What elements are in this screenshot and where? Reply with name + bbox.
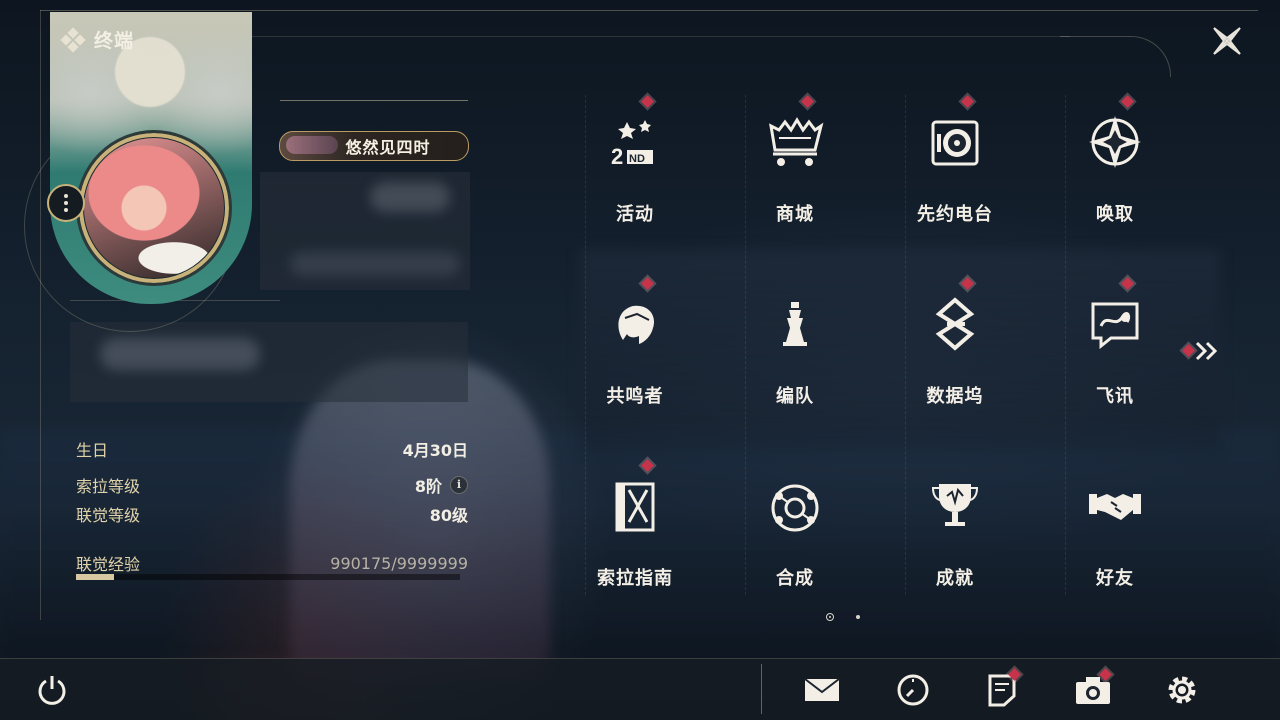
menu-item-label: 共鸣者 [606, 386, 664, 407]
menu-item-achievements[interactable]: 成就 [875, 456, 1035, 606]
page-title: 终端 [94, 30, 135, 52]
blurred-signature [70, 322, 468, 402]
resonators-badge [641, 277, 654, 290]
sola-guide-badge [641, 459, 654, 472]
menu-item-label: 商城 [776, 204, 814, 225]
info-icon[interactable]: i [450, 476, 468, 494]
settings-button[interactable] [1160, 670, 1204, 710]
message-bubble-icon [1085, 294, 1145, 354]
menu-item-convene[interactable]: 唤取 [1035, 92, 1195, 242]
svg-text:ND: ND [629, 153, 645, 165]
menu-item-label: 好友 [1096, 568, 1134, 589]
menu-item-label: 飞讯 [1096, 386, 1134, 407]
convene-badge [1121, 95, 1134, 108]
avatar[interactable] [84, 138, 224, 278]
union-exp-progress-bar [76, 574, 460, 580]
clock-icon [897, 674, 929, 706]
friends-handshake-icon [1085, 476, 1145, 536]
frame-line-left [40, 10, 41, 620]
resonator-portrait-icon [605, 294, 665, 354]
frame-line-top [40, 10, 1258, 11]
synthesis-icon [765, 476, 825, 536]
data-bank-icon [925, 294, 985, 354]
page-dot-2[interactable] [856, 615, 860, 619]
sola-level-value-group: 8阶 i [415, 473, 468, 497]
menu-item-radio[interactable]: 先约电台 [875, 92, 1035, 242]
sola-level-value: 8阶 [414, 477, 442, 496]
bottom-bar-divider [761, 664, 762, 714]
page-indicator [826, 613, 860, 621]
terminal-screen: 终端 悠然见四时 生日 4月30日 索拉等级 8阶 i 联觉等级 80级 联觉经… [0, 0, 1280, 720]
sola-guide-icon [605, 476, 665, 536]
menu-item-label: 合成 [776, 568, 814, 589]
frame-arc [1060, 36, 1171, 77]
name-plate-art [286, 136, 338, 154]
notice-button[interactable] [980, 668, 1024, 710]
terminal-header: 终端 [60, 26, 135, 53]
menu-item-label: 先约电台 [917, 204, 993, 225]
close-button[interactable] [1204, 18, 1250, 64]
menu-item-sola-guide[interactable]: 索拉指南 [555, 456, 715, 606]
union-level-label: 联觉等级 [76, 506, 141, 525]
data-bank-badge [961, 277, 974, 290]
camera-button[interactable] [1071, 668, 1115, 710]
menu-item-events[interactable]: 2 ND 活动 [555, 92, 715, 242]
menu-item-messages[interactable]: 飞讯 [1035, 274, 1195, 424]
events-2nd-anniversary-icon: 2 ND [605, 112, 665, 172]
union-level-value: 80级 [429, 506, 468, 525]
settings-gear-icon [1168, 676, 1196, 704]
terminal-diamond-icon [60, 26, 86, 53]
next-page-button[interactable] [1182, 338, 1222, 364]
menu-item-label: 编队 [776, 386, 814, 407]
menu-item-label: 唤取 [1096, 204, 1134, 225]
stat-union-exp: 联觉经验 990175/9999999 [76, 551, 468, 575]
menu-item-label: 索拉指南 [597, 568, 673, 589]
menu-item-shop[interactable]: 商城 [715, 92, 875, 242]
clock-button[interactable] [891, 670, 935, 710]
shop-crown-cart-icon [765, 112, 825, 172]
radio-badge [961, 95, 974, 108]
convene-star-icon [1085, 112, 1145, 172]
avatar-card[interactable] [50, 12, 252, 304]
events-badge [641, 95, 654, 108]
union-exp-label: 联觉经验 [76, 555, 141, 574]
menu-item-label: 数据坞 [926, 386, 984, 407]
union-exp-value: 990175/9999999 [330, 553, 468, 573]
more-dots-icon [64, 194, 68, 198]
birthday-label: 生日 [76, 441, 109, 460]
stat-birthday: 生日 4月30日 [76, 437, 468, 461]
radio-icon [925, 112, 985, 172]
menu-item-resonators[interactable]: 共鸣者 [555, 274, 715, 424]
page-dot-1[interactable] [826, 613, 834, 621]
name-divider [280, 100, 468, 101]
frame-line-header [250, 36, 1070, 37]
profile-more-button[interactable] [47, 184, 85, 222]
team-chess-icon [765, 294, 825, 354]
name-plate: 悠然见四时 [279, 131, 469, 161]
power-button[interactable] [30, 670, 74, 710]
stat-sola-level: 索拉等级 8阶 i [76, 473, 468, 497]
close-icon [1213, 27, 1241, 55]
mail-icon [804, 678, 840, 701]
menu-item-label: 活动 [616, 204, 654, 225]
messages-badge [1121, 277, 1134, 290]
union-exp-progress-fill [76, 574, 115, 580]
menu-item-synthesis[interactable]: 合成 [715, 456, 875, 606]
menu-item-team[interactable]: 编队 [715, 274, 875, 424]
menu-item-data-bank[interactable]: 数据坞 [875, 274, 1035, 424]
blurred-profile-info [260, 172, 470, 290]
power-icon [38, 676, 66, 705]
name-plate-text: 悠然见四时 [345, 138, 431, 157]
shop-badge [801, 95, 814, 108]
svg-text:2: 2 [611, 144, 623, 169]
birthday-value: 4月30日 [402, 441, 468, 460]
stat-union-level: 联觉等级 80级 [76, 502, 468, 526]
achievement-trophy-icon [925, 476, 985, 536]
menu-item-friends[interactable]: 好友 [1035, 456, 1195, 606]
double-chevron-right-icon [1195, 341, 1218, 361]
mail-button[interactable] [800, 670, 844, 710]
sola-level-label: 索拉等级 [76, 477, 141, 496]
next-page-badge [1182, 344, 1195, 357]
menu-item-label: 成就 [936, 568, 974, 589]
